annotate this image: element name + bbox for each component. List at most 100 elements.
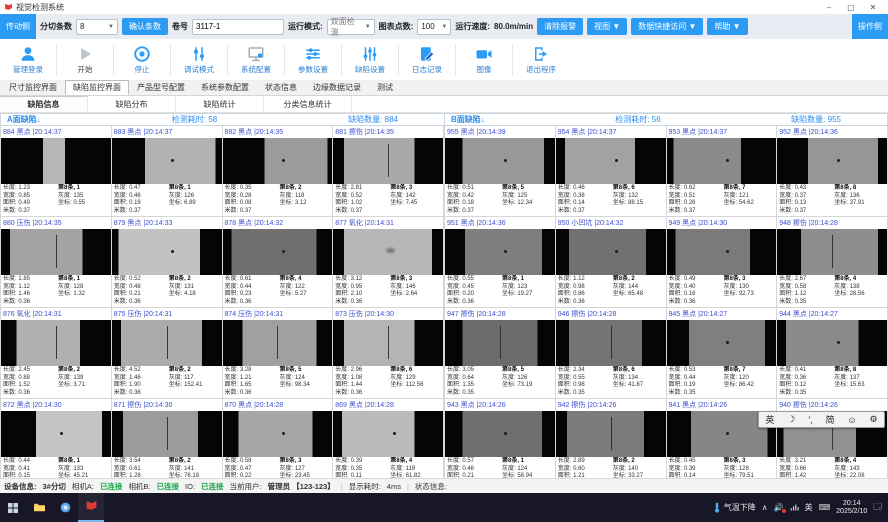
defect-thumbnail[interactable] [333, 411, 443, 457]
tab-缺陷监控界面[interactable]: 缺陷监控界面 [65, 80, 129, 95]
panel-a-title[interactable]: A面缺陷↓ [7, 114, 41, 125]
defect-thumbnail[interactable] [1, 411, 111, 457]
defect-cell-953[interactable]: 953 黑点 |20:14:37长度: 0.62宽度: 0.51面积: 0.26… [667, 126, 778, 217]
run-mode-select[interactable]: 双面检测▼ [327, 19, 375, 35]
defect-cell-951[interactable]: 951 黑点 |20:14:36长度: 0.55宽度: 0.45面积: 0.20… [445, 217, 556, 308]
defect-thumbnail[interactable] [777, 229, 887, 275]
defect-thumbnail[interactable] [556, 229, 666, 275]
operate-side-button[interactable]: 操作侧 [852, 14, 888, 39]
tab-状态信息[interactable]: 状态信息 [257, 80, 305, 95]
defect-cell-870[interactable]: 870 黑点 |20:14:28长度: 0.58宽度: 0.47面积: 0.22… [223, 399, 334, 478]
tool-button-play[interactable]: 开始 [57, 45, 113, 75]
defect-cell-947[interactable]: 947 擦伤 |20:14:28长度: 3.05宽度: 0.64面积: 1.35… [445, 308, 556, 399]
defect-thumbnail[interactable] [667, 229, 777, 275]
slit-count-select[interactable]: 8▼ [76, 19, 118, 35]
defect-cell-877[interactable]: 877 氧化 |20:14:31长度: 3.12宽度: 0.95面积: 2.10… [333, 217, 444, 308]
ime-punctuation-icon[interactable]: ’, [808, 415, 813, 425]
defect-cell-948[interactable]: 948 擦伤 |20:14:28长度: 2.67宽度: 0.58面积: 1.12… [777, 217, 888, 308]
tool-button-debug-sliders[interactable]: 调试模式 [171, 45, 227, 75]
defect-thumbnail[interactable] [112, 138, 222, 184]
defect-thumbnail[interactable] [112, 411, 222, 457]
close-button[interactable]: ✕ [862, 3, 884, 12]
defect-cell-945[interactable]: 945 黑点 |20:14:27长度: 0.53宽度: 0.44面积: 0.19… [667, 308, 778, 399]
defect-thumbnail[interactable] [667, 320, 777, 366]
defect-thumbnail[interactable] [556, 320, 666, 366]
defect-thumbnail[interactable] [1, 229, 111, 275]
help-menu-button[interactable]: 帮助 ▼ [707, 18, 747, 35]
defect-cell-876[interactable]: 876 氧化 |20:14:31长度: 2.45宽度: 0.88面积: 1.52… [1, 308, 112, 399]
defect-cell-878[interactable]: 878 黑点 |20:14:32长度: 0.61宽度: 0.44面积: 0.23… [223, 217, 334, 308]
defect-cell-869[interactable]: 869 黑点 |20:14:28长度: 0.39宽度: 0.35面积: 0.11… [333, 399, 444, 478]
network-icon[interactable] [790, 503, 799, 512]
defect-thumbnail[interactable] [777, 138, 887, 184]
tray-expand-chevron[interactable]: ∧ [762, 503, 768, 512]
weather-widget[interactable]: 气温下降 [713, 502, 756, 513]
defect-cell-872[interactable]: 872 黑点 |20:14:30长度: 0.44宽度: 0.41面积: 0.15… [1, 399, 112, 478]
defect-cell-946[interactable]: 946 擦伤 |20:14:28长度: 2.34宽度: 0.55面积: 0.98… [556, 308, 667, 399]
defect-cell-882[interactable]: 882 黑点 |20:14:35长度: 0.35宽度: 0.28面积: 0.08… [223, 126, 334, 217]
defect-cell-954[interactable]: 954 黑点 |20:14:37长度: 0.46宽度: 0.38面积: 0.14… [556, 126, 667, 217]
defect-cell-880[interactable]: 880 压伤 |20:14:35长度: 1.85宽度: 1.12面积: 1.46… [1, 217, 112, 308]
defect-cell-942[interactable]: 942 擦伤 |20:14:26长度: 2.89宽度: 0.60面积: 1.21… [556, 399, 667, 478]
tool-button-defect-settings[interactable]: 缺陷设置 [342, 45, 398, 75]
defect-thumbnail[interactable] [112, 320, 222, 366]
data-quick-access-button[interactable]: 数据快捷访问 ▼ [631, 18, 703, 35]
volume-icon[interactable]: 🔊 [774, 503, 784, 512]
defect-thumbnail[interactable] [333, 229, 443, 275]
defect-thumbnail[interactable] [445, 138, 555, 184]
ime-simplified-mode[interactable]: 简 [826, 413, 835, 426]
defect-cell-944[interactable]: 944 黑点 |20:14:27长度: 0.41宽度: 0.36面积: 0.12… [777, 308, 888, 399]
inspection-app-icon[interactable] [78, 493, 104, 522]
file-explorer-icon[interactable] [26, 493, 52, 522]
tab-测试[interactable]: 测试 [369, 80, 401, 95]
defect-thumbnail[interactable] [223, 411, 333, 457]
defect-thumbnail[interactable] [112, 229, 222, 275]
roll-number-input[interactable] [192, 19, 284, 35]
defect-cell-952[interactable]: 952 黑点 |20:14:36长度: 0.43宽度: 0.37面积: 0.13… [777, 126, 888, 217]
tool-button-params-sliders[interactable]: 参数设置 [285, 45, 341, 75]
defect-cell-950[interactable]: 950 小凹坑 |20:14:32长度: 1.12宽度: 0.98面积: 0.8… [556, 217, 667, 308]
panel-b-title[interactable]: B面缺陷↓ [451, 114, 485, 125]
defect-thumbnail[interactable] [1, 138, 111, 184]
defect-cell-879[interactable]: 879 黑点 |20:14:33长度: 0.52宽度: 0.48面积: 0.21… [112, 217, 223, 308]
tab-系统参数配置[interactable]: 系统参数配置 [193, 80, 257, 95]
defect-cell-873[interactable]: 873 压伤 |20:14:30长度: 2.96宽度: 1.08面积: 1.44… [333, 308, 444, 399]
clock[interactable]: 20:142025/2/10 [836, 500, 867, 516]
defect-thumbnail[interactable] [333, 138, 443, 184]
defect-cell-943[interactable]: 943 黑点 |20:14:26长度: 0.57宽度: 0.46面积: 0.21… [445, 399, 556, 478]
defect-thumbnail[interactable] [556, 411, 666, 457]
tool-button-stop[interactable]: 停止 [114, 45, 170, 75]
defect-thumbnail[interactable] [445, 229, 555, 275]
touch-keyboard-icon[interactable]: ⌨ [819, 503, 831, 512]
tool-button-camera[interactable]: 图像 [456, 45, 512, 75]
tab-产品型号配置[interactable]: 产品型号配置 [129, 80, 193, 95]
subtab-缺陷信息[interactable]: 缺陷信息 [0, 96, 88, 112]
confirm-count-button[interactable]: 确认条数 [122, 18, 168, 35]
ime-english-mode[interactable]: 英 [765, 413, 774, 426]
defect-cell-949[interactable]: 949 黑点 |20:14:30长度: 0.49宽度: 0.40面积: 0.16… [667, 217, 778, 308]
clear-alarm-button[interactable]: 清除报警 [537, 18, 583, 35]
defect-cell-955[interactable]: 955 黑点 |20:14:39长度: 0.51宽度: 0.42面积: 0.18… [445, 126, 556, 217]
defect-thumbnail[interactable] [777, 320, 887, 366]
browser-app-icon[interactable] [52, 493, 78, 522]
defect-thumbnail[interactable] [333, 320, 443, 366]
defect-cell-871[interactable]: 871 擦伤 |20:14:30长度: 3.54宽度: 0.61面积: 1.28… [112, 399, 223, 478]
input-language-indicator[interactable]: 英 [805, 502, 813, 513]
tool-button-system-config[interactable]: 系统配置 [228, 45, 284, 75]
subtab-缺陷分布[interactable]: 缺陷分布 [88, 96, 176, 112]
maximize-button[interactable]: ▢ [840, 3, 862, 12]
ime-settings-gear-icon[interactable]: ⚙ [869, 414, 877, 425]
defect-thumbnail[interactable] [223, 138, 333, 184]
tool-button-user[interactable]: 管理登录 [0, 45, 56, 75]
ime-halfwidth-icon[interactable]: ☽ [787, 414, 795, 425]
defect-cell-884[interactable]: 884 黑点 |20:14:37长度: 1.23宽度: 0.85面积: 0.49… [1, 126, 112, 217]
defect-cell-875[interactable]: 875 压伤 |20:14:31长度: 4.52宽度: 1.46面积: 1.90… [112, 308, 223, 399]
tab-边缘数据记录[interactable]: 边缘数据记录 [305, 80, 369, 95]
tool-button-log[interactable]: 日志记录 [399, 45, 455, 75]
drive-side-button[interactable]: 传动侧 [0, 14, 36, 39]
defect-thumbnail[interactable] [1, 320, 111, 366]
defect-thumbnail[interactable] [223, 320, 333, 366]
subtab-分类信息统计[interactable]: 分类信息统计 [264, 96, 352, 112]
defect-cell-881[interactable]: 881 擦伤 |20:14:35长度: 2.81宽度: 0.52面积: 1.02… [333, 126, 444, 217]
minimize-button[interactable]: – [818, 3, 840, 12]
